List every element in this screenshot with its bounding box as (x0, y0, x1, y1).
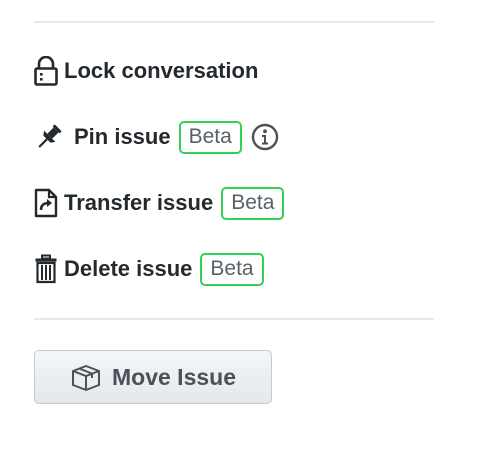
trash-icon (34, 254, 58, 284)
delete-issue-action[interactable]: Delete issue Beta (34, 251, 264, 287)
transfer-icon (34, 188, 58, 218)
beta-badge: Beta (178, 120, 242, 154)
lock-icon (34, 56, 58, 86)
pin-icon (34, 122, 64, 152)
info-icon[interactable] (250, 122, 280, 152)
pin-issue-label: Pin issue (74, 124, 171, 149)
bottom-divider (34, 318, 434, 320)
transfer-issue-action[interactable]: Transfer issue Beta (34, 185, 285, 221)
move-issue-label: Move Issue (112, 363, 236, 390)
beta-badge: Beta (200, 252, 264, 286)
package-icon (70, 362, 102, 392)
pin-issue-action[interactable]: Pin issue Beta (34, 119, 280, 155)
top-divider (34, 21, 434, 23)
lock-conversation-label: Lock conversation (64, 58, 259, 83)
move-issue-button[interactable]: Move Issue (34, 350, 272, 404)
transfer-issue-label: Transfer issue (64, 190, 214, 215)
delete-issue-label: Delete issue (64, 256, 193, 281)
lock-conversation-action[interactable]: Lock conversation (34, 53, 258, 89)
beta-badge: Beta (221, 186, 285, 220)
